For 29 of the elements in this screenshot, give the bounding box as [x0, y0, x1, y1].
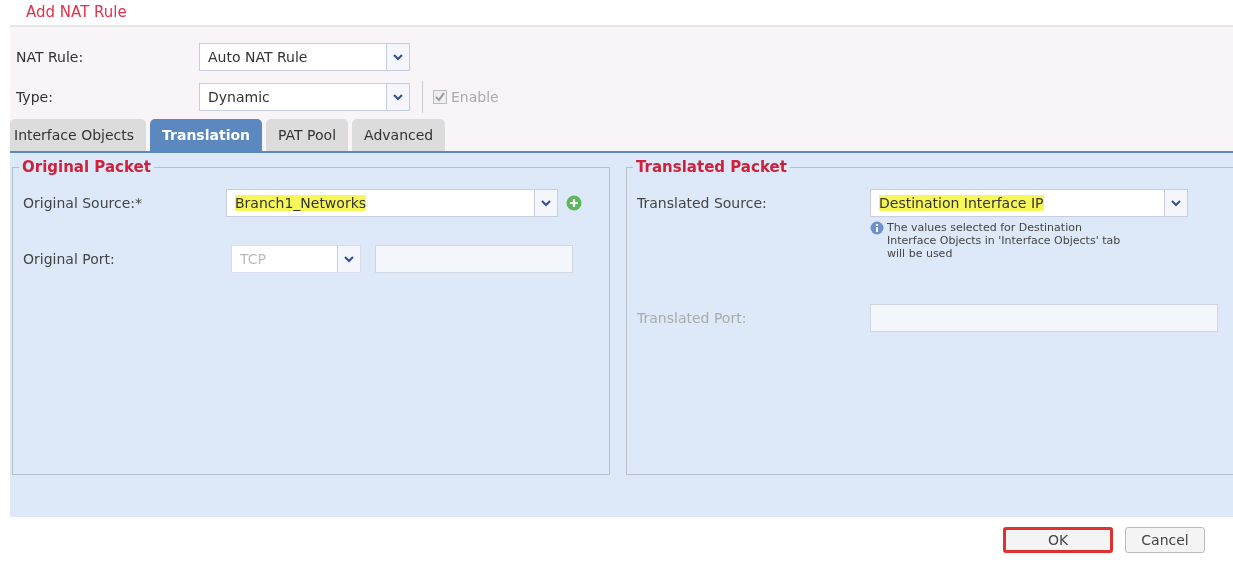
dropdown[interactable]: Auto NAT Rule [199, 43, 410, 71]
dropdown[interactable]: Destination Interface IP [870, 189, 1188, 217]
dropdown[interactable]: Branch1_Networks [226, 189, 558, 217]
caret-icon [393, 53, 403, 61]
field-label: Type: [16, 89, 54, 105]
caret-icon [344, 255, 354, 263]
add-icon[interactable] [566, 195, 582, 211]
caret-icon [541, 199, 551, 207]
field-label: Original Source:* [23, 194, 144, 213]
dialog-title: Add NAT Rule [26, 4, 127, 21]
field-label: NAT Rule: [16, 49, 85, 65]
caret-icon [393, 93, 403, 101]
button[interactable]: Cancel [1125, 527, 1205, 553]
button[interactable]: OK [1003, 527, 1113, 553]
field-label: Translated Port: [637, 309, 748, 328]
field-label: Translated Source: [637, 194, 768, 213]
section-title: Original Packet [21, 158, 152, 176]
input-field[interactable] [375, 245, 573, 273]
section-title: Translated Packet [635, 158, 788, 176]
tab[interactable]: Translation [150, 119, 263, 151]
tab[interactable]: Advanced [352, 119, 446, 151]
checkbox-label: Enable [451, 89, 499, 105]
info-icon [870, 221, 884, 235]
field-label: Original Port: [23, 250, 116, 269]
tab[interactable]: Interface Objects [10, 119, 147, 151]
caret-icon [1171, 199, 1181, 207]
info-note: The values selected for Destination Interface Objects in 'Interface Objects' tab will be used [887, 221, 1122, 260]
dropdown[interactable]: Dynamic [199, 83, 410, 111]
tab[interactable]: PAT Pool [266, 119, 349, 151]
